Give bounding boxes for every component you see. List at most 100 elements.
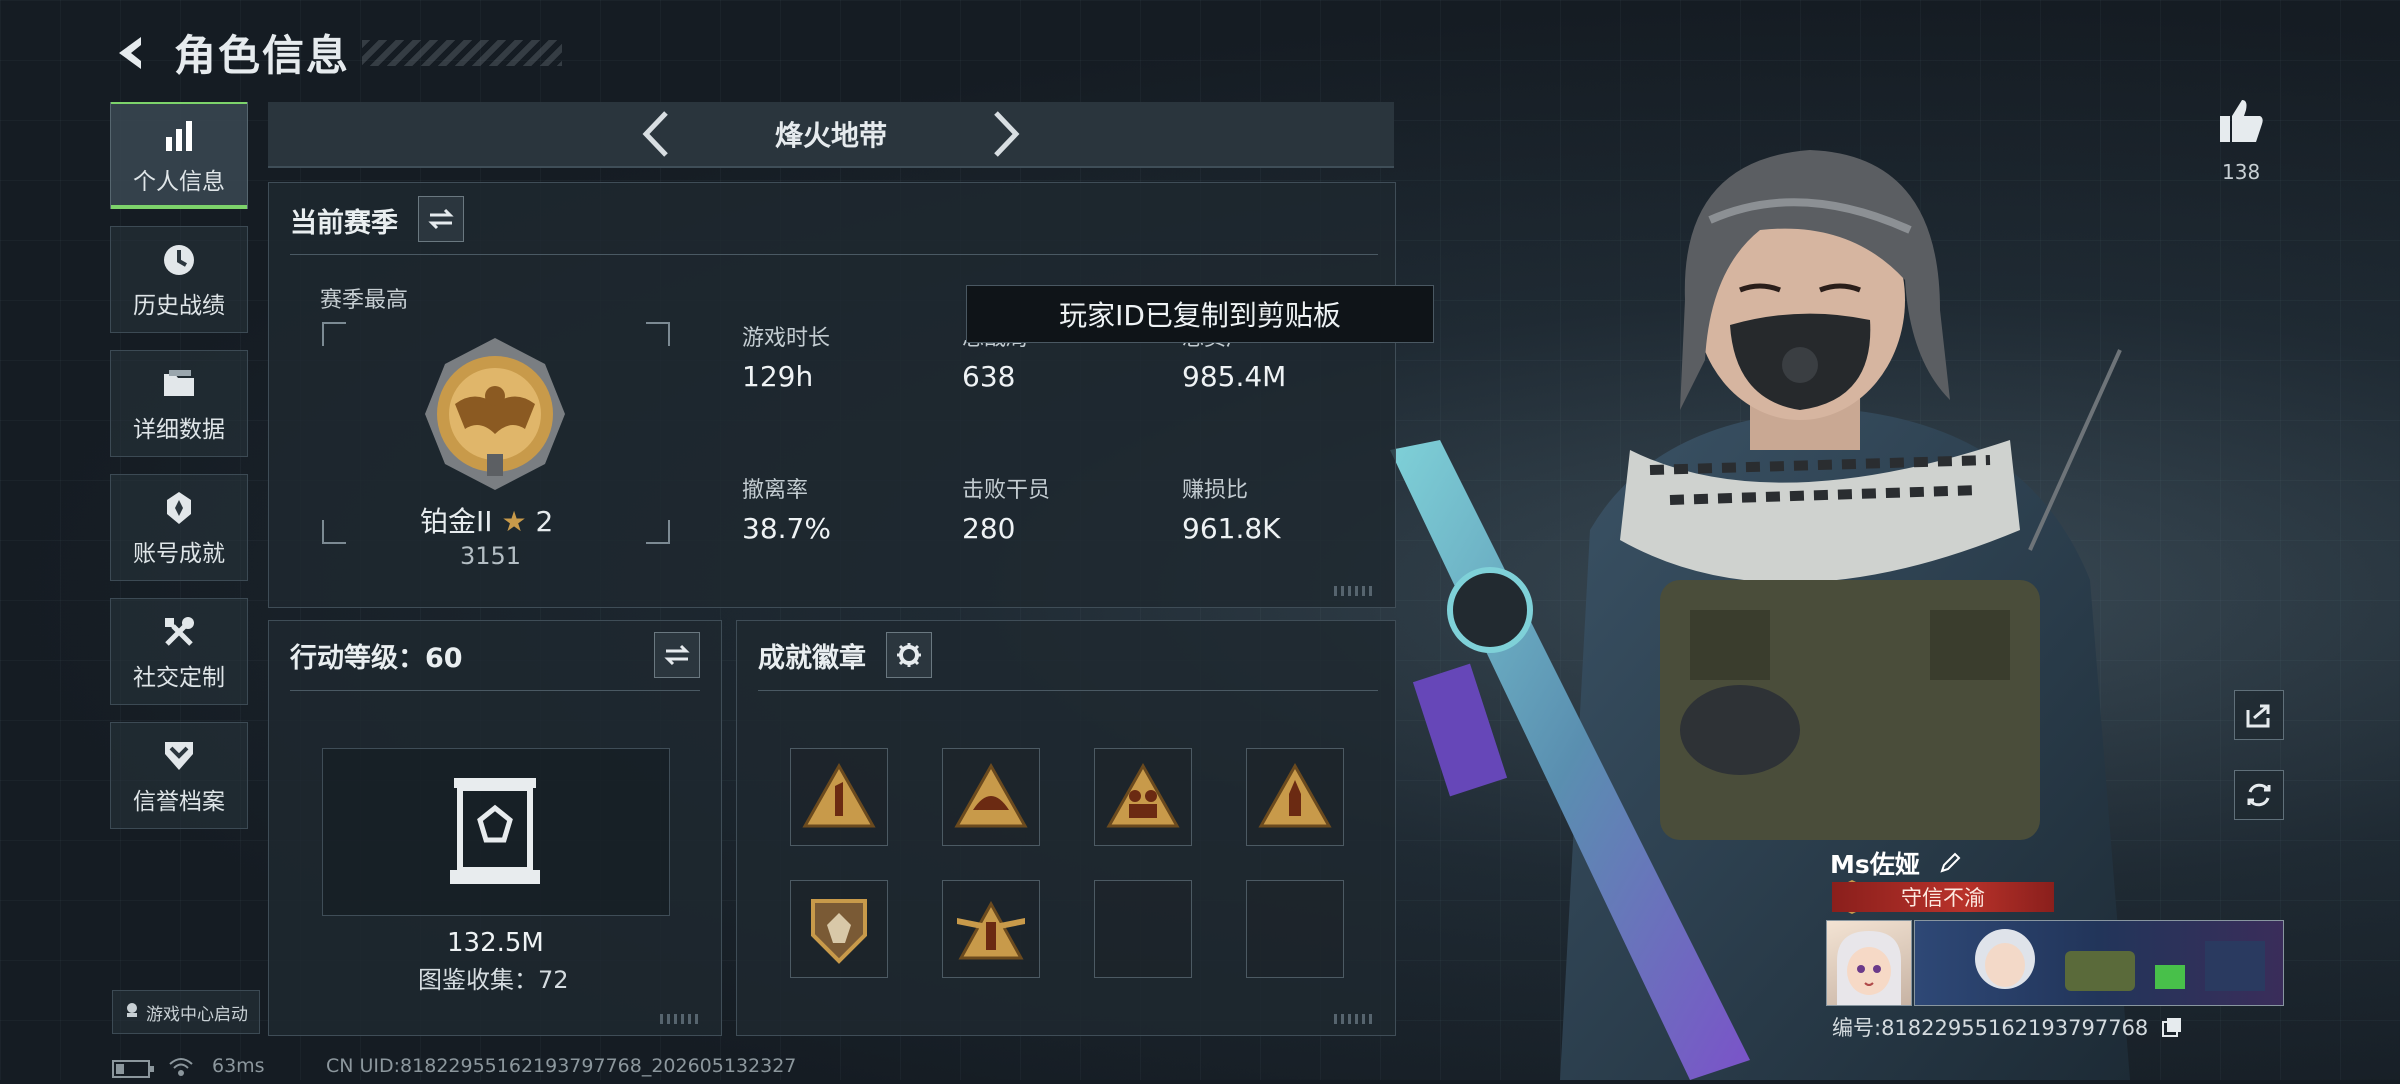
achievement-badge[interactable] [1246,748,1344,846]
folder-icon [159,364,199,404]
player-name: Ms佐娅 [1830,845,1962,881]
stat-value-playtime: 129h [742,360,814,393]
achievement-badge[interactable] [942,748,1040,846]
game-center-icon [124,1002,140,1023]
player-banner[interactable] [1914,920,2284,1006]
decoration [1334,1014,1374,1024]
mode-selector: 烽火地带 [268,102,1394,168]
like-count: 138 [2222,160,2261,184]
rank-stars: 2 [535,505,554,538]
achievement-badge[interactable] [942,880,1040,978]
copy-toast: 玩家ID已复制到剪贴板 [966,285,1434,343]
achievement-badge[interactable] [1094,748,1192,846]
star-icon: ★ [501,505,527,538]
sidebar-item-label: 个人信息 [133,168,225,195]
achievement-badge[interactable] [790,748,888,846]
share-icon [2246,704,2270,728]
copy-icon[interactable] [2161,1016,2183,1043]
sidebar-item-social[interactable]: 社交定制 [110,598,248,705]
stat-value-profit-ratio: 961.8K [1182,512,1281,545]
mode-prev-button[interactable] [635,109,675,159]
rank-eagle-emblem [425,338,565,490]
game-center-launch-button[interactable]: 游戏中心启动 [112,990,260,1034]
back-arrow-icon[interactable] [108,30,154,76]
player-title-badge: 守信不渝 [1832,882,2054,912]
stat-label-profit-ratio: 赚损比 [1182,478,1249,503]
sidebar-item-label: 账号成就 [133,540,225,567]
collection-count: 图鉴收集：72 [418,966,569,994]
game-center-label: 游戏中心启动 [146,1004,248,1025]
mode-title: 烽火地带 [774,119,887,152]
frame-corner [646,520,670,544]
sidebar-item-label: 详细数据 [133,416,225,443]
season-switch-button[interactable] [418,196,464,242]
wifi-icon [168,1056,194,1082]
medal-icon [159,488,199,528]
swap-icon [428,208,454,230]
gear-icon [897,643,921,667]
stat-value-total-assets: 985.4M [1182,360,1287,393]
like-button[interactable] [2216,96,2266,146]
page-title: 角色信息 [174,31,351,80]
sidebar-item-label: 历史战绩 [133,292,225,319]
soldiers-triangle-badge-icon [1106,762,1180,828]
rank-score: 3151 [460,542,522,570]
player-name-text: Ms佐娅 [1830,850,1920,879]
shield-chevron-icon [159,736,199,776]
battery-icon [112,1058,156,1084]
player-id-text: 编号:8182295516219379776​8 [1832,1016,2149,1040]
level-switch-button[interactable] [654,632,700,678]
tools-icon [159,612,199,652]
rank-name: 铂金II ★ 2 [420,500,553,540]
decoration [660,1014,700,1024]
edit-pencil-icon[interactable] [1938,851,1962,881]
mode-next-button[interactable] [987,109,1027,159]
stat-value-extraction-rate: 38.7% [742,512,831,545]
sidebar-item-history[interactable]: 历史战绩 [110,226,248,333]
rocket-triangle-badge-icon [1258,762,1332,828]
ping-value: 63ms [212,1055,265,1077]
winged-tower-badge-icon [957,900,1025,960]
stat-value-total-matches: 638 [962,360,1016,393]
sidebar-item-details[interactable]: 详细数据 [110,350,248,457]
sidebar-item-label: 社交定制 [133,664,225,691]
chevron-right-icon [994,111,1020,157]
level-title: 行动等级：60 [290,643,463,674]
sidebar-item-label: 信誉档案 [133,788,225,815]
divider [290,254,1378,255]
player-avatar[interactable] [1826,920,1912,1006]
thumbs-up-icon [2220,100,2263,142]
level-value: 132.5M [447,928,544,958]
chevron-left-icon [642,111,668,157]
uid-text: CN UID:8182295516219379776​8_20260513232… [326,1055,797,1077]
divider [290,690,700,691]
achievement-badge-empty[interactable] [1246,880,1344,978]
achievements-title: 成就徽章 [758,643,866,674]
season-title: 当前赛季 [290,208,398,239]
sidebar-item-profile[interactable]: 个人信息 [110,102,248,209]
stat-label-extraction-rate: 撤离率 [742,478,809,503]
bar-chart-icon [159,116,199,156]
stat-label-playtime: 游戏时长 [742,326,831,351]
refresh-icon [2247,783,2271,807]
divider [758,690,1378,691]
rank-tier: 铂金II [420,505,493,538]
frame-corner [322,520,346,544]
stat-label-kills: 击败干员 [962,478,1051,503]
frame-corner [322,322,346,346]
achievements-settings-button[interactable] [886,632,932,678]
sidebar-item-achievements[interactable]: 账号成就 [110,474,248,581]
frame-corner [646,322,670,346]
number-one-triangle-badge-icon [802,762,876,828]
sidebar-item-credit[interactable]: 信誉档案 [110,722,248,829]
title-decoration [362,39,563,66]
share-button[interactable] [2234,690,2284,740]
page-header: 角色信息 [108,22,563,83]
collection-case-icon [450,778,540,884]
refresh-button[interactable] [2234,770,2284,820]
player-id: 编号:8182295516219379776​8 [1832,1012,2183,1043]
achievement-badge[interactable] [790,880,888,978]
achievement-badge-empty[interactable] [1094,880,1192,978]
gem-shield-badge-icon [811,899,867,964]
stat-value-kills: 280 [962,512,1016,545]
